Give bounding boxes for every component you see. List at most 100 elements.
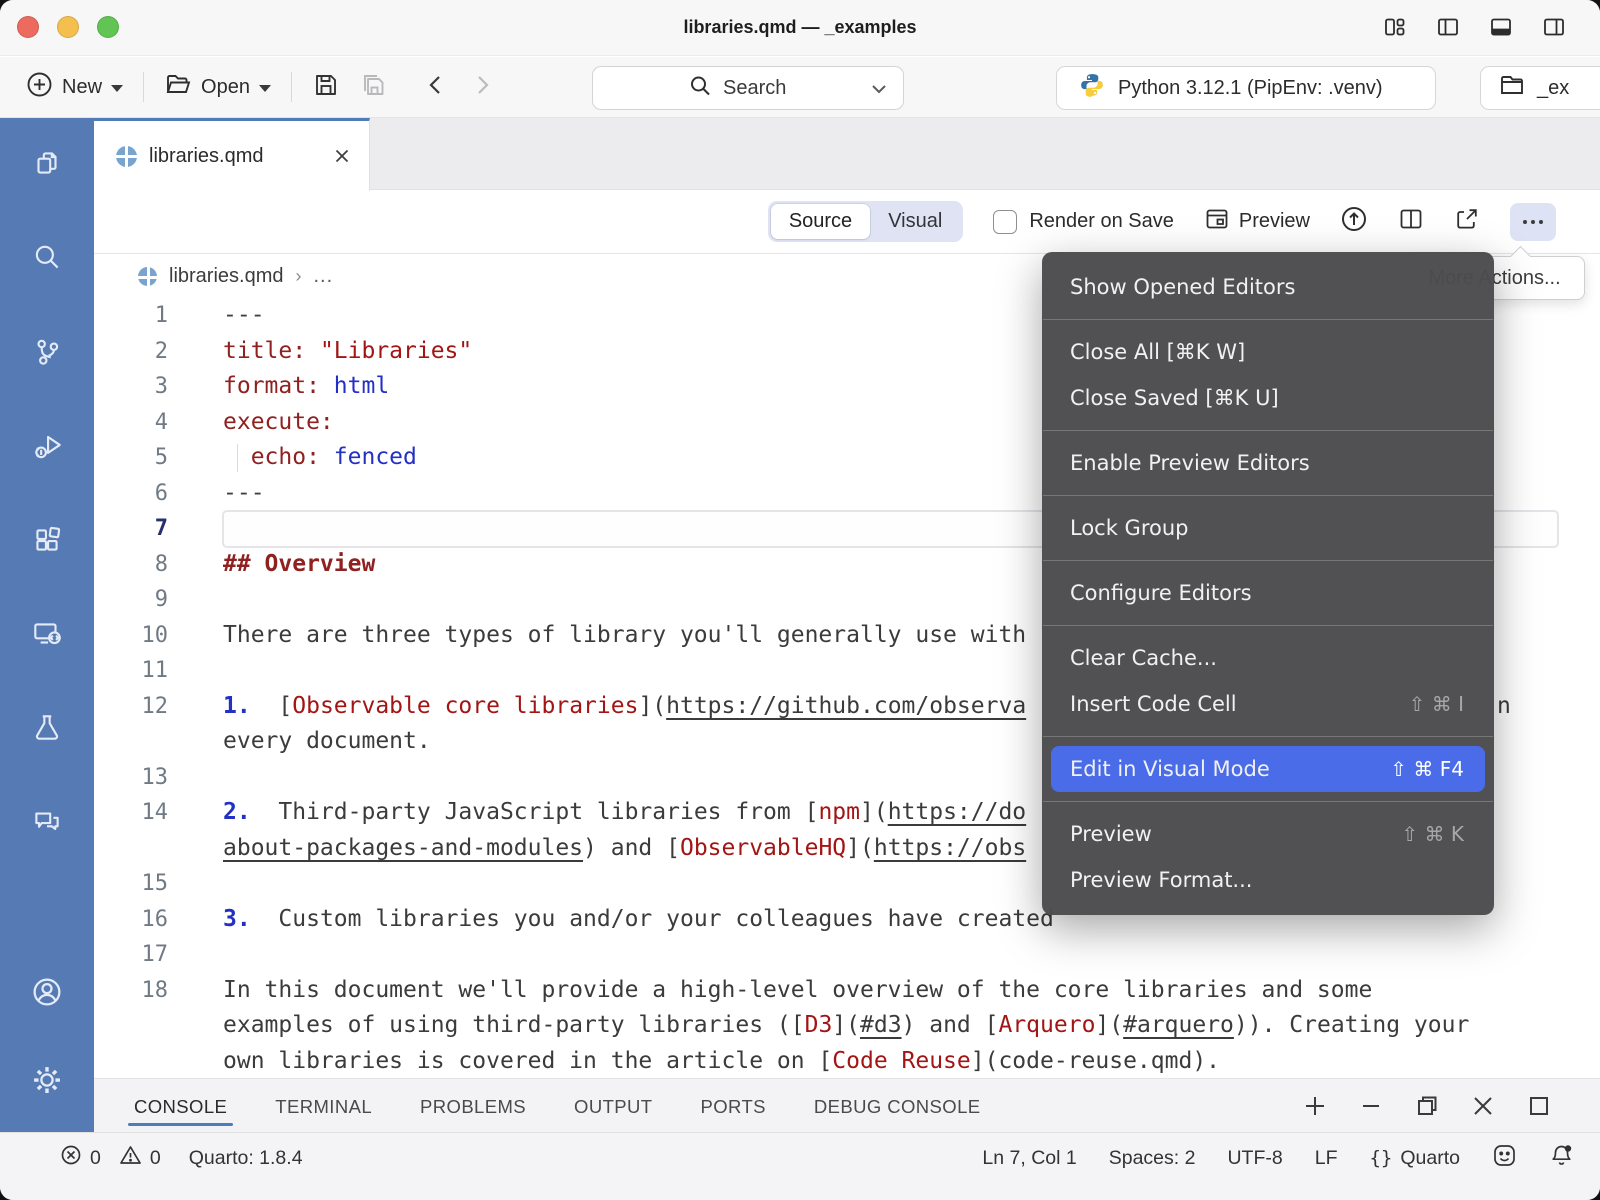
eol-status[interactable]: LF xyxy=(1315,1147,1338,1170)
activity-bar xyxy=(0,118,94,1132)
tab-libraries-qmd[interactable]: libraries.qmd xyxy=(94,118,370,191)
panel-tab-debug-console[interactable]: DEBUG CONSOLE xyxy=(814,1082,981,1130)
toolbar-divider xyxy=(291,72,292,102)
line-number: 6 xyxy=(94,476,168,512)
workspace-folder-button[interactable]: _ex xyxy=(1480,66,1600,110)
line-number: 13 xyxy=(94,760,168,796)
line-number xyxy=(94,724,168,760)
menu-item-show-opened-editors[interactable]: Show Opened Editors xyxy=(1042,264,1494,310)
panel-maximize-icon[interactable] xyxy=(1526,1093,1552,1119)
panel-tab-console[interactable]: CONSOLE xyxy=(134,1082,227,1130)
save-button[interactable] xyxy=(312,71,340,104)
toggle-secondary-sidebar-icon[interactable] xyxy=(1542,15,1566,39)
menu-item-edit-in-visual-mode[interactable]: Edit in Visual Mode⇧ ⌘ F4 xyxy=(1051,746,1485,792)
panel-minimize-icon[interactable] xyxy=(1358,1093,1384,1119)
visual-mode-button[interactable]: Visual xyxy=(870,204,960,239)
source-mode-button[interactable]: Source xyxy=(771,204,870,239)
run-debug-icon[interactable] xyxy=(21,420,73,472)
close-tab-icon[interactable] xyxy=(333,147,351,165)
main-toolbar: New Open Python 3.12.1 (PipEnv: .venv) xyxy=(0,57,1600,118)
navigate-forward-icon[interactable] xyxy=(472,70,494,105)
navigate-back-icon[interactable] xyxy=(424,70,446,105)
settings-gear-icon[interactable] xyxy=(21,1054,73,1106)
menu-item-clear-cache[interactable]: Clear Cache... xyxy=(1042,635,1494,681)
chat-icon[interactable] xyxy=(21,796,73,848)
account-icon[interactable] xyxy=(21,966,73,1018)
extensions-icon[interactable] xyxy=(21,514,73,566)
menu-item-enable-preview-editors[interactable]: Enable Preview Editors xyxy=(1042,440,1494,486)
source-control-icon[interactable] xyxy=(21,326,73,378)
quarto-version-status[interactable]: Quarto: 1.8.4 xyxy=(189,1147,303,1170)
open-in-new-window-icon[interactable] xyxy=(1454,206,1480,237)
split-editor-icon[interactable] xyxy=(1398,206,1424,237)
line-number xyxy=(94,1008,168,1044)
code-line[interactable]: 18In this document we'll provide a high-… xyxy=(94,973,1600,1009)
search-input[interactable] xyxy=(592,66,904,110)
menu-item-shortcut: ⇧ ⌘ F4 xyxy=(1390,757,1464,781)
menu-separator xyxy=(1043,319,1493,320)
render-on-save-toggle[interactable]: Render on Save xyxy=(993,210,1174,234)
code-text xyxy=(223,937,1600,973)
notifications-bell-icon[interactable] xyxy=(1549,1143,1574,1174)
explorer-icon[interactable] xyxy=(21,138,73,190)
menu-item-shortcut: ⇧ ⌘ K xyxy=(1401,822,1464,846)
language-mode-label: Quarto xyxy=(1400,1147,1460,1170)
menu-item-lock-group[interactable]: Lock Group xyxy=(1042,505,1494,551)
menu-item-configure-editors[interactable]: Configure Editors xyxy=(1042,570,1494,616)
panel-tab-ports[interactable]: PORTS xyxy=(701,1082,766,1130)
panel-tab-output[interactable]: OUTPUT xyxy=(574,1082,652,1130)
more-actions-button[interactable] xyxy=(1510,203,1556,241)
code-line[interactable]: 17 xyxy=(94,937,1600,973)
line-number: 12 xyxy=(94,689,168,725)
remote-explorer-icon[interactable] xyxy=(21,608,73,660)
quarto-file-icon xyxy=(116,146,137,167)
interpreter-selector[interactable]: Python 3.12.1 (PipEnv: .venv) xyxy=(1056,66,1436,110)
menu-item-preview-format[interactable]: Preview Format... xyxy=(1042,857,1494,903)
panel-add-icon[interactable] xyxy=(1302,1093,1328,1119)
save-all-button[interactable] xyxy=(360,71,388,104)
braces-icon: {} xyxy=(1369,1147,1392,1169)
render-on-save-checkbox[interactable] xyxy=(993,210,1017,234)
warning-icon xyxy=(119,1144,142,1172)
window-controls xyxy=(17,16,119,38)
customize-layout-icon[interactable] xyxy=(1383,15,1407,39)
panel-tab-terminal[interactable]: TERMINAL xyxy=(275,1082,372,1130)
preview-button[interactable]: Preview xyxy=(1204,206,1310,237)
language-mode-status[interactable]: {} Quarto xyxy=(1369,1147,1460,1170)
encoding-status[interactable]: UTF-8 xyxy=(1227,1147,1282,1170)
search-text-field[interactable] xyxy=(721,76,807,101)
warning-count: 0 xyxy=(150,1147,161,1170)
cursor-position-status[interactable]: Ln 7, Col 1 xyxy=(982,1147,1076,1170)
breadcrumb-more[interactable]: ... xyxy=(313,265,333,288)
problems-status[interactable]: 0 0 xyxy=(60,1144,161,1172)
menu-item-close-all-k-w[interactable]: Close All [⌘K W] xyxy=(1042,329,1494,375)
indentation-status[interactable]: Spaces: 2 xyxy=(1109,1147,1196,1170)
editor-toolbar: Source Visual Render on Save Preview xyxy=(94,190,1600,254)
code-line[interactable]: examples of using third-party libraries … xyxy=(94,1008,1600,1044)
search-icon xyxy=(689,75,711,102)
panel-tab-problems[interactable]: PROBLEMS xyxy=(420,1082,526,1130)
panel-close-icon[interactable] xyxy=(1470,1093,1496,1119)
close-window-button[interactable] xyxy=(17,16,39,38)
menu-item-insert-code-cell[interactable]: Insert Code Cell⇧ ⌘ I xyxy=(1042,681,1494,727)
plus-circle-icon xyxy=(26,71,53,104)
toggle-panel-icon[interactable] xyxy=(1489,15,1513,39)
feedback-smiley-icon[interactable] xyxy=(1492,1143,1517,1174)
line-number: 4 xyxy=(94,405,168,441)
new-button-label: New xyxy=(62,76,102,99)
search-icon[interactable] xyxy=(21,232,73,284)
open-button[interactable]: Open xyxy=(164,71,271,103)
breadcrumb-file[interactable]: libraries.qmd xyxy=(169,265,283,288)
render-icon[interactable] xyxy=(1340,205,1368,238)
toggle-primary-sidebar-icon[interactable] xyxy=(1436,15,1460,39)
testing-icon[interactable] xyxy=(21,702,73,754)
new-button[interactable]: New xyxy=(26,71,123,104)
code-line[interactable]: own libraries is covered in the article … xyxy=(94,1044,1600,1079)
zoom-window-button[interactable] xyxy=(97,16,119,38)
minimize-window-button[interactable] xyxy=(57,16,79,38)
menu-item-close-saved-k-u[interactable]: Close Saved [⌘K U] xyxy=(1042,375,1494,421)
menu-item-label: Close All [⌘K W] xyxy=(1070,340,1245,364)
panel-restore-icon[interactable] xyxy=(1414,1093,1440,1119)
line-number: 2 xyxy=(94,334,168,370)
menu-item-preview[interactable]: Preview⇧ ⌘ K xyxy=(1042,811,1494,857)
